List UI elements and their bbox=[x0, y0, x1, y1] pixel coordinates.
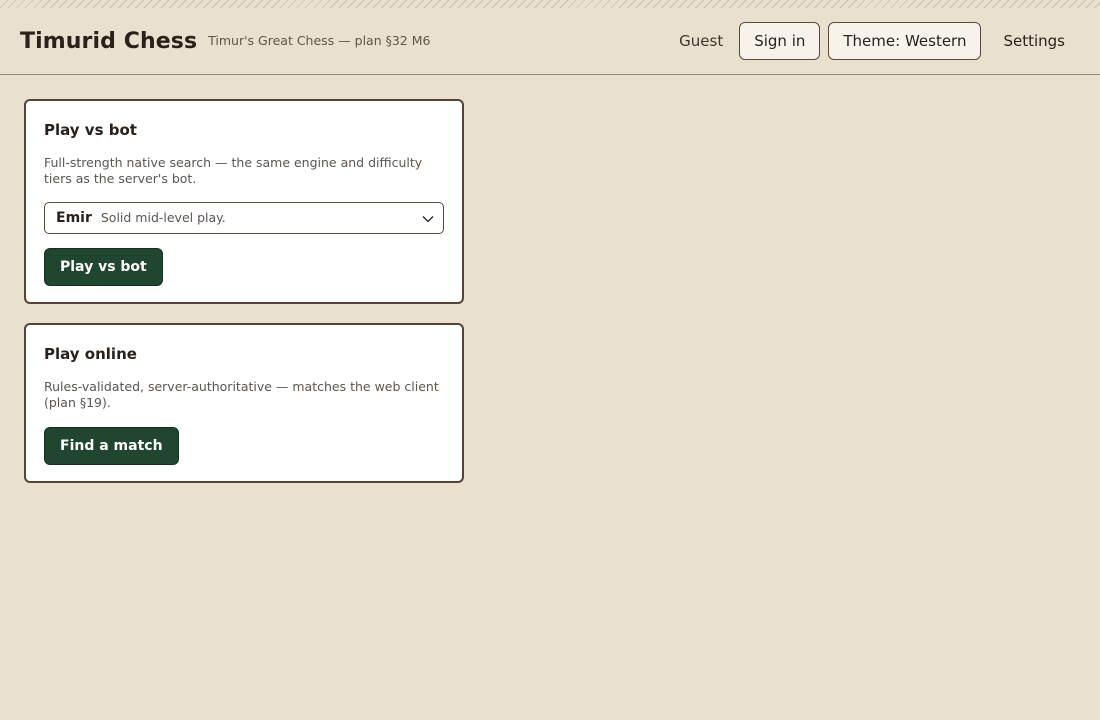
app-header: Timurid Chess Timur's Great Chess — plan… bbox=[0, 8, 1100, 75]
chevron-down-icon bbox=[422, 216, 434, 223]
header-stripe bbox=[0, 0, 1100, 8]
settings-link[interactable]: Settings bbox=[1003, 32, 1065, 50]
find-match-button[interactable]: Find a match bbox=[44, 427, 179, 465]
app-subtitle: Timur's Great Chess — plan §32 M6 bbox=[208, 32, 431, 48]
play-vs-bot-card: Play vs bot Full-strength native search … bbox=[24, 99, 464, 304]
play-vs-bot-button[interactable]: Play vs bot bbox=[44, 248, 163, 286]
selected-difficulty-description: Solid mid-level play. bbox=[100, 209, 226, 225]
card-title: Play vs bot bbox=[44, 121, 137, 139]
card-description: Full-strength native search — the same e… bbox=[44, 155, 423, 186]
app-title: Timurid Chess bbox=[20, 28, 198, 54]
bot-actions: Play vs bot bbox=[44, 248, 444, 286]
header-actions: Guest Sign in Theme: Western Settings bbox=[679, 22, 1080, 60]
online-actions: Find a match bbox=[44, 427, 444, 465]
play-online-card: Play online Rules-validated, server-auth… bbox=[24, 323, 464, 483]
card-description: Rules-validated, server-authoritative — … bbox=[44, 379, 439, 410]
card-title: Play online bbox=[44, 345, 137, 363]
bot-difficulty-select[interactable]: Emir Solid mid-level play. bbox=[44, 202, 444, 234]
sign-in-button[interactable]: Sign in bbox=[739, 22, 821, 60]
theme-button[interactable]: Theme: Western bbox=[828, 22, 982, 60]
user-status: Guest bbox=[679, 32, 724, 50]
selected-difficulty-name: Emir bbox=[56, 210, 92, 226]
